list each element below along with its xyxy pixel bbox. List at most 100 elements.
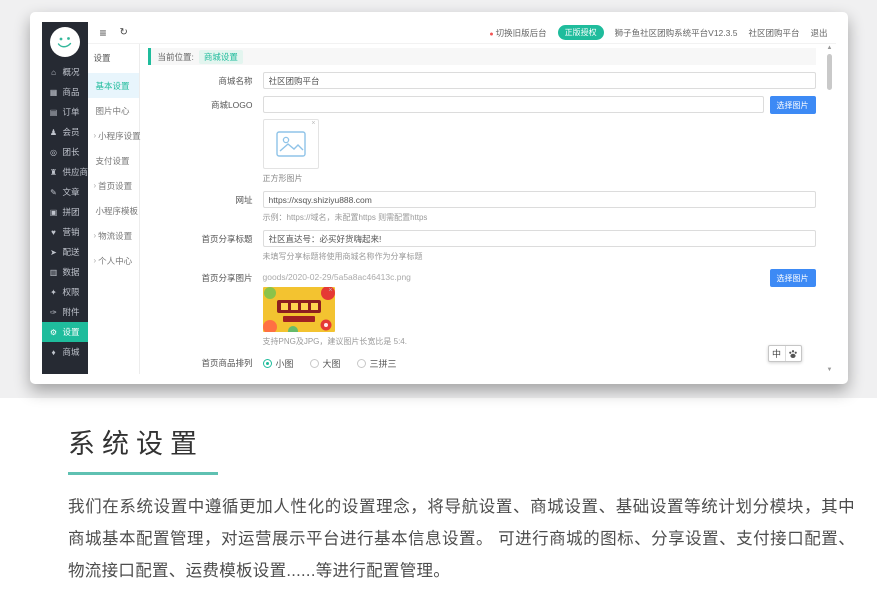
share-title-hint: 未填写分享标题将使用商城名称作为分享标题	[263, 251, 816, 262]
radio-label: 大图	[323, 357, 341, 370]
submenu-item-miniprogram-settings[interactable]: ›小程序设置	[88, 123, 139, 148]
image-placeholder-icon	[276, 131, 306, 157]
page-title: 系统设置	[68, 422, 855, 461]
sidebar-item-label: 文章	[63, 186, 80, 198]
sidebar-item-label: 数据	[63, 266, 80, 278]
site-url-label: 网址	[148, 191, 263, 223]
sidebar-item-leader[interactable]: ◎团长	[42, 142, 88, 162]
submenu-item-profile-center[interactable]: ›个人中心	[88, 248, 139, 273]
submenu-item-label: 支付设置	[96, 155, 130, 167]
close-icon[interactable]: ×	[328, 287, 332, 294]
sidebar-item-members[interactable]: ♟会员	[42, 122, 88, 142]
close-icon[interactable]: ×	[311, 120, 315, 127]
mall-logo-label: 商城LOGO	[148, 96, 263, 184]
screenshot-card: ⌂ 概况 ▦商品 ▤订单 ♟会员 ◎团长 ♜ 供应商 ✎ 文章 ▣ 拼团 ♥营销 ➤配送…	[30, 12, 848, 384]
translate-lang-button[interactable]: 中	[769, 346, 785, 361]
sidebar-item-label: 团长	[63, 146, 80, 158]
radio-icon	[263, 359, 272, 368]
submenu-item-home-settings[interactable]: ›首页设置	[88, 173, 139, 198]
scrollbar-thumb[interactable]	[827, 54, 832, 90]
sidebar-item-overview[interactable]: ⌂ 概况	[42, 62, 88, 82]
sidebar-item-groupbuy[interactable]: ▣ 拼团	[42, 202, 88, 222]
sidebar-item-label: 附件	[63, 306, 80, 318]
sidebar-item-orders[interactable]: ▤订单	[42, 102, 88, 122]
submenu-item-label: 物流设置	[98, 230, 132, 242]
choose-logo-button[interactable]: 选择图片	[770, 96, 816, 114]
mall-icon: ♦	[49, 348, 59, 357]
chevron-right-icon: ›	[94, 256, 97, 265]
share-title-input[interactable]	[263, 230, 816, 247]
switch-old-version-link[interactable]: ●切换旧版后台	[489, 27, 546, 39]
choose-share-image-button[interactable]: 选择图片	[770, 269, 816, 287]
submenu-item-label: 首页设置	[98, 180, 132, 192]
article-icon: ✎	[49, 188, 59, 197]
sidebar-item-supplier[interactable]: ♜ 供应商	[42, 162, 88, 182]
submenu-item-miniprogram-template[interactable]: 小程序模板	[88, 198, 139, 223]
red-dot-icon: ●	[489, 31, 493, 38]
radio-small-image[interactable]: 小图	[263, 357, 294, 370]
admin-app: ⌂ 概况 ▦商品 ▤订单 ♟会员 ◎团长 ♜ 供应商 ✎ 文章 ▣ 拼团 ♥营销 ➤配送…	[42, 22, 836, 374]
submenu-item-basic-settings[interactable]: 基本设置	[88, 73, 139, 98]
radio-large-image[interactable]: 大图	[310, 357, 341, 370]
share-image-preview[interactable]: ×	[263, 287, 335, 332]
sidebar-item-articles[interactable]: ✎ 文章	[42, 182, 88, 202]
sidebar-item-label: 商品	[63, 86, 80, 98]
data-icon: ▥	[49, 268, 59, 277]
mall-logo-input[interactable]	[263, 96, 764, 113]
mall-name-input[interactable]	[263, 72, 816, 89]
system-version-label: 狮子鱼社区团购系统平台V12.3.5	[615, 27, 738, 39]
license-badge[interactable]: 正版授权	[558, 25, 604, 40]
submenu-item-logistics-settings[interactable]: ›物流设置	[88, 223, 139, 248]
switch-old-label: 切换旧版后台	[496, 28, 547, 38]
radio-icon	[357, 359, 366, 368]
marketing-icon: ♥	[49, 228, 59, 237]
sidebar-item-attachment[interactable]: ✑ 附件	[42, 302, 88, 322]
breadcrumb-prefix: 当前位置:	[158, 51, 194, 63]
sidebar-item-data[interactable]: ▥ 数据	[42, 262, 88, 282]
chevron-right-icon: ›	[94, 181, 97, 190]
submenu-item-payment-settings[interactable]: 支付设置	[88, 148, 139, 173]
logout-link[interactable]: 退出	[810, 27, 827, 39]
title-underline	[68, 472, 218, 475]
radio-three-grid[interactable]: 三拼三	[357, 357, 397, 370]
submenu-item-image-center[interactable]: 图片中心	[88, 98, 139, 123]
share-image-path: goods/2020-02-29/5a5a8ac46413c.png	[263, 269, 816, 282]
chevron-right-icon: ›	[94, 131, 97, 140]
scroll-up-icon[interactable]: ▲	[827, 45, 833, 51]
groupbuy-icon: ▣	[49, 208, 59, 217]
sidebar-item-label: 拼团	[63, 206, 80, 218]
promo-banner-image	[263, 287, 335, 332]
scroll-down-icon[interactable]: ▼	[827, 367, 833, 373]
logo-upload-preview[interactable]: ×	[263, 119, 319, 169]
sidebar-item-mall[interactable]: ♦商城	[42, 342, 88, 362]
sidebar-item-label: 概况	[63, 66, 80, 78]
sidebar-item-goods[interactable]: ▦商品	[42, 82, 88, 102]
share-title-label: 首页分享标题	[148, 230, 263, 262]
avatar[interactable]	[50, 27, 80, 57]
submenu-header: 设置	[88, 50, 139, 73]
avatar-icon	[52, 29, 78, 55]
attachment-icon: ✑	[49, 308, 59, 317]
submenu-item-label: 个人中心	[98, 255, 132, 267]
site-url-input[interactable]	[263, 191, 816, 208]
radio-label: 三拼三	[370, 357, 397, 370]
sidebar-item-marketing[interactable]: ♥营销	[42, 222, 88, 242]
site-url-hint: 示例：https://域名，未配置https 则需配置https	[263, 212, 816, 223]
hamburger-icon[interactable]: ≡	[100, 26, 107, 40]
sidebar-item-permission[interactable]: ✦权限	[42, 282, 88, 302]
paw-icon[interactable]	[785, 346, 801, 361]
platform-name-label: 社区团购平台	[748, 27, 799, 39]
settings-main: 当前位置: 商城设置 商城名称 商城LOGO	[140, 44, 836, 374]
sidebar-item-label: 供应商	[63, 166, 89, 178]
sidebar-item-delivery[interactable]: ➤配送	[42, 242, 88, 262]
delivery-icon: ➤	[49, 248, 59, 257]
home-icon: ⌂	[49, 68, 59, 77]
refresh-icon[interactable]: ↻	[120, 27, 128, 38]
sidebar-item-label: 订单	[63, 106, 80, 118]
settings-submenu: 设置 基本设置 图片中心 ›小程序设置 支付设置 ›首页设置 小程序模板 ›物流…	[88, 44, 140, 374]
article-paragraph: 我们在系统设置中遵循更加人性化的设置理念，将导航设置、商城设置、基础设置等统计划…	[68, 491, 855, 588]
admin-topbar: ≡ ↻ ●切换旧版后台 正版授权 狮子鱼社区团购系统平台V12.3.5 社区团购…	[88, 22, 836, 44]
sidebar-item-settings[interactable]: ⚙设置	[42, 322, 88, 342]
supplier-icon: ♜	[49, 168, 59, 177]
breadcrumb-current[interactable]: 商城设置	[199, 50, 243, 64]
